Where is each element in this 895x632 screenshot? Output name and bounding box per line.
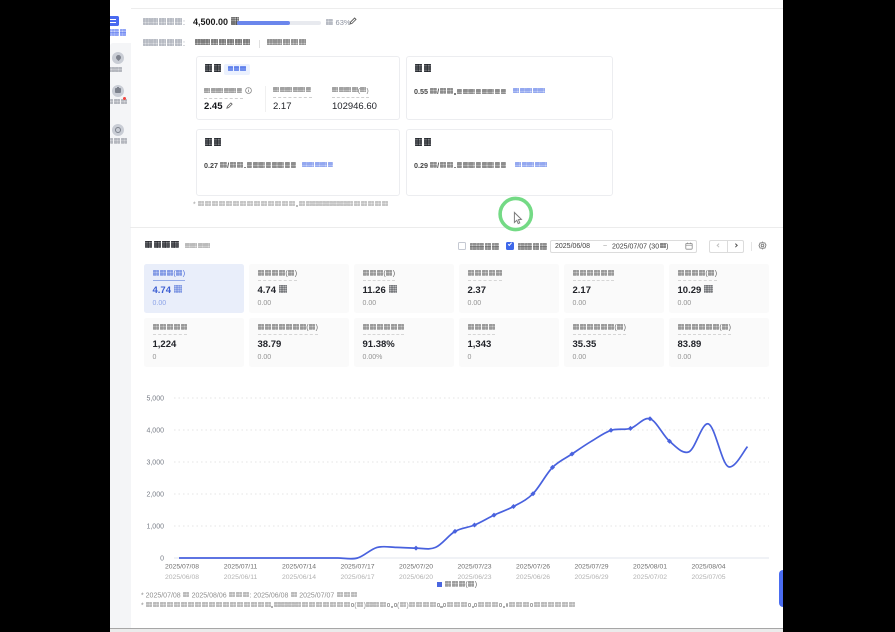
svg-text:2025/06/11: 2025/06/11 <box>224 574 258 581</box>
svg-text:2025/07/08: 2025/07/08 <box>165 564 199 571</box>
svg-text:2025/07/26: 2025/07/26 <box>516 564 550 571</box>
svg-text:2025/06/08: 2025/06/08 <box>165 574 199 581</box>
svg-text:2025/06/26: 2025/06/26 <box>516 574 550 581</box>
svg-text:1,000: 1,000 <box>146 524 164 531</box>
svg-text:2025/07/20: 2025/07/20 <box>399 564 433 571</box>
svg-text:2,000: 2,000 <box>146 492 164 499</box>
svg-text:2025/07/29: 2025/07/29 <box>574 564 608 571</box>
svg-text:2025/08/01: 2025/08/01 <box>633 564 667 571</box>
svg-text:2025/06/14: 2025/06/14 <box>282 574 316 581</box>
svg-text:2025/07/17: 2025/07/17 <box>340 564 374 571</box>
svg-text:2025/08/04: 2025/08/04 <box>691 564 725 571</box>
svg-text:4,000: 4,000 <box>146 428 164 435</box>
svg-text:0: 0 <box>160 556 164 563</box>
svg-text:2025/07/11: 2025/07/11 <box>224 564 258 571</box>
svg-text:2025/06/17: 2025/06/17 <box>340 574 374 581</box>
svg-text:5,000: 5,000 <box>146 396 164 403</box>
svg-text:3,000: 3,000 <box>146 460 164 467</box>
svg-text:2025/07/14: 2025/07/14 <box>282 564 316 571</box>
svg-text:2025/06/29: 2025/06/29 <box>574 574 608 581</box>
svg-text:2025/07/05: 2025/07/05 <box>691 574 725 581</box>
svg-text:2025/07/23: 2025/07/23 <box>457 564 491 571</box>
svg-text:2025/07/02: 2025/07/02 <box>633 574 667 581</box>
svg-text:2025/06/23: 2025/06/23 <box>457 574 491 581</box>
svg-text:2025/06/20: 2025/06/20 <box>399 574 433 581</box>
